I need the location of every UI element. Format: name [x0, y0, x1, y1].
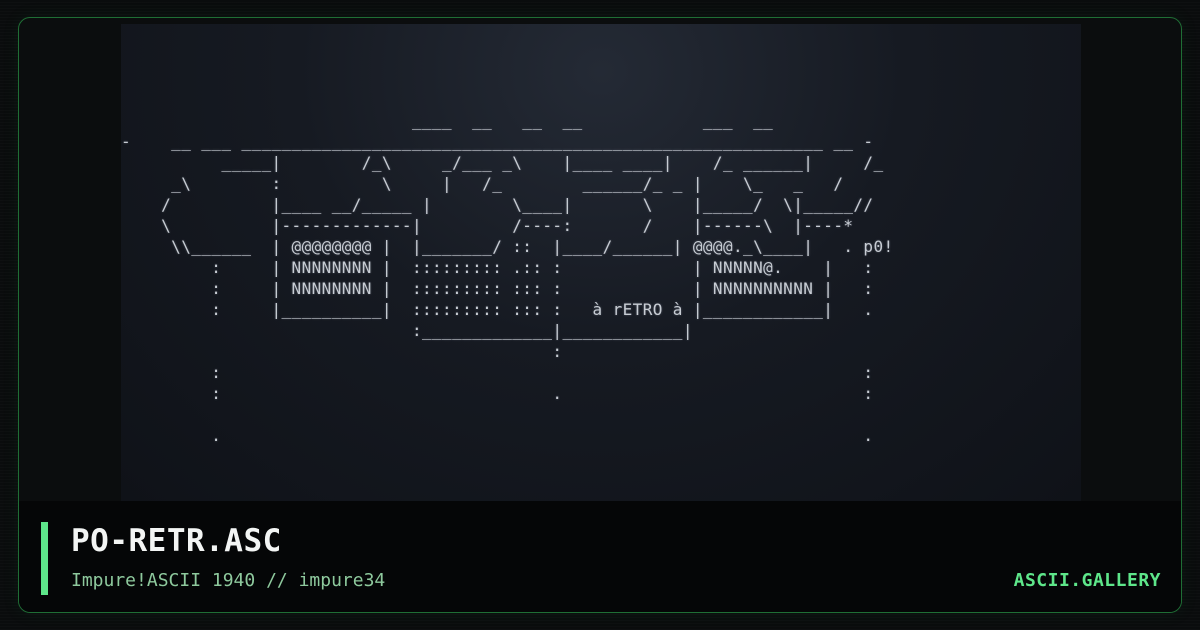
ascii-artwork: ____ __ __ __ ___ __ - __ ___ __________… — [121, 111, 894, 445]
accent-bar — [41, 522, 48, 595]
page: ____ __ __ __ ___ __ - __ ___ __________… — [0, 0, 1200, 630]
artwork-frame: ____ __ __ __ ___ __ - __ ___ __________… — [121, 24, 1081, 501]
site-brand-link[interactable]: ASCII.GALLERY — [1014, 570, 1161, 591]
card-footer: PO-RETR.ASC Impure!ASCII 1940 // impure3… — [19, 501, 1181, 612]
artwork-card: ____ __ __ __ ___ __ - __ ___ __________… — [18, 17, 1182, 613]
artwork-title: PO-RETR.ASC — [71, 523, 282, 559]
artwork-subtitle: Impure!ASCII 1940 // impure34 — [71, 570, 386, 591]
